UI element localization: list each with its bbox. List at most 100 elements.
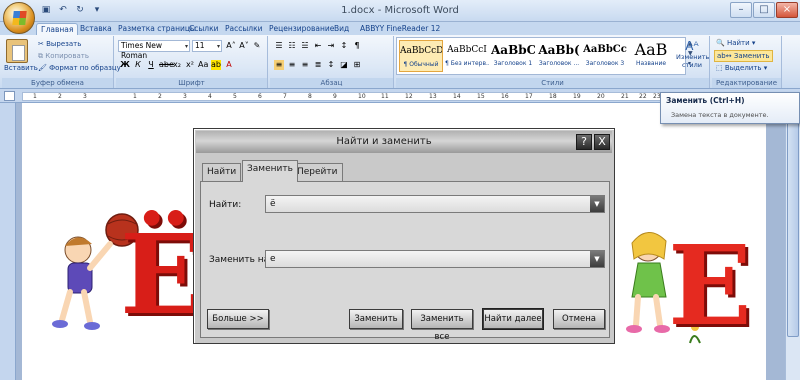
dialog-panel: Найти: ё ▼ Заменить на: е ▼ Больше >> За… [200,181,610,342]
paragraph-align-buttons: ≡ ≡ ≡ ≣ ↕ ◪ ⊞ [274,60,362,70]
ruler-tick: 3 [83,93,87,100]
shrink-font-icon[interactable]: A˅ [239,41,249,51]
underline-icon[interactable]: Ч [146,60,156,70]
ruler-tick: 6 [258,93,262,100]
help-button[interactable]: ? [576,134,592,150]
ribbon: Вставить ✂ Вырезать ⧉ Копировать 🖌 Форма… [0,35,800,89]
font-size-combo[interactable]: 11 ▾ [192,40,222,52]
line-spacing-icon[interactable]: ↕ [326,60,336,70]
ruler-tick: 18 [549,93,557,100]
format-painter-button[interactable]: 🖌 Формат по образцу [38,64,121,72]
cut-label: Вырезать [46,40,82,48]
scroll-thumb[interactable] [787,117,799,337]
office-button[interactable] [3,2,35,34]
style-preview: AaBbCcDd [400,46,442,56]
style-title[interactable]: AaB Название [629,40,673,72]
tab-replace[interactable]: Заменить [242,160,298,182]
ruler-tick: 16 [501,93,509,100]
replace-button[interactable]: Заменить [349,309,403,329]
tab-goto[interactable]: Перейти [292,163,343,181]
find-input[interactable]: ё ▼ [265,195,605,213]
style-name: ¶ Без интерв... [445,60,489,67]
chevron-down-icon[interactable]: ▼ [590,196,604,212]
bold-icon[interactable]: Ж [120,60,130,70]
close-button[interactable]: × [776,2,798,18]
tab-find[interactable]: Найти [202,163,242,181]
font-name-combo[interactable]: Times New Roman ▾ [118,40,190,60]
font-size-value: 11 [195,41,205,50]
tab-selector[interactable] [4,91,15,101]
align-left-icon[interactable]: ≡ [274,60,284,70]
numbering-icon[interactable]: ☷ [287,41,297,51]
vertical-scrollbar[interactable]: ▲ [785,103,800,380]
strikethrough-icon[interactable]: abe [159,60,174,70]
replace-button[interactable]: ab↔ Заменить [714,50,773,62]
more-button[interactable]: Больше >> [207,309,269,329]
find-label: Найти [726,39,750,47]
vertical-ruler [0,103,16,380]
italic-icon[interactable]: К [133,60,143,70]
shading-icon[interactable]: ◪ [339,60,349,70]
chevron-down-icon: ▾ [184,43,188,50]
find-next-button[interactable]: Найти далее [483,309,543,329]
font-size-buttons: A˄ A˅ ✎ [226,41,262,51]
ruler-tick: 5 [233,93,237,100]
change-case-icon[interactable]: Aa [198,60,208,70]
style-normal[interactable]: AaBbCcDd ¶ Обычный [399,40,443,72]
ruler-tick: 14 [453,93,461,100]
style-name: Заголовок 3 [585,60,625,67]
style-name: Название [635,60,667,67]
style-no-spacing[interactable]: AaBbCcI ¶ Без интерв... [445,40,489,72]
find-button[interactable]: 🔍 Найти ▾ [716,39,755,47]
change-styles-label: Изменить стили [676,53,710,69]
window-controls: – □ × [730,2,798,18]
style-heading-1[interactable]: AaBbC Заголовок 1 [491,40,535,72]
ruler-tick: 9 [333,93,337,100]
minimize-button[interactable]: – [730,2,752,18]
subscript-icon[interactable]: x₂ [172,60,182,70]
cancel-button[interactable]: Отмена [553,309,605,329]
clear-format-icon[interactable]: ✎ [252,41,262,51]
paste-icon[interactable] [6,39,28,63]
replace-all-button[interactable]: Заменить все [411,309,473,342]
cut-button[interactable]: ✂ Вырезать [38,40,81,48]
change-styles-button[interactable]: Aᴬ Изменить стили [676,39,710,69]
align-center-icon[interactable]: ≡ [287,60,297,70]
superscript-icon[interactable]: x² [185,60,195,70]
dialog-title-bar[interactable]: Найти и заменить ? X [196,131,612,153]
decrease-indent-icon[interactable]: ⇤ [313,41,323,51]
ribbon-tabs: Главная Вставка Разметка страницы Ссылки… [0,22,800,36]
style-heading-3[interactable]: AaBbCc Заголовок 3 [583,40,627,72]
dialog-close-button[interactable]: X [594,134,610,150]
maximize-button[interactable]: □ [753,2,775,18]
justify-icon[interactable]: ≣ [313,60,323,70]
borders-icon[interactable]: ⊞ [352,60,362,70]
align-right-icon[interactable]: ≡ [300,60,310,70]
select-button[interactable]: ⬚ Выделить ▾ [716,64,767,72]
replace-label: Заменить [733,52,770,60]
paragraph-group: ☰ ☷ ☱ ⇤ ⇥ ↕ ¶ ≡ ≡ ≡ ≣ ↕ ◪ ⊞ Абзац [270,36,394,88]
horizontal-ruler[interactable]: 1 2 3 1 2 3 4 5 6 7 8 9 10 11 12 13 14 1… [22,92,662,101]
ruler-tick: 2 [158,93,162,100]
ruler-tick: 15 [477,93,485,100]
style-heading-2[interactable]: AaBb( Заголовок ... [537,40,581,72]
bullets-icon[interactable]: ☰ [274,41,284,51]
copy-button[interactable]: ⧉ Копировать [38,52,89,61]
letter-yo: Ё [120,210,204,339]
grow-font-icon[interactable]: A˄ [226,41,236,51]
chevron-down-icon[interactable]: ▼ [590,251,604,267]
font-color-icon[interactable]: A [224,60,234,70]
multilevel-list-icon[interactable]: ☱ [300,41,310,51]
sort-icon[interactable]: ↕ [339,41,349,51]
highlight-icon[interactable]: ab [211,60,221,70]
paragraph-list-buttons: ☰ ☷ ☱ ⇤ ⇥ ↕ ¶ [274,41,362,51]
find-input-value: ё [270,199,276,209]
editing-group: 🔍 Найти ▾ ab↔ Заменить ⬚ Выделить ▾ Реда… [712,36,782,88]
title-bar: ▣ ↶ ↻ ▾ 1.docx - Microsoft Word – □ × [0,0,800,34]
increase-indent-icon[interactable]: ⇥ [326,41,336,51]
paste-button[interactable]: Вставить [4,64,38,72]
ruler-tick: 1 [133,93,137,100]
ruler-tick: 3 [183,93,187,100]
show-marks-icon[interactable]: ¶ [352,41,362,51]
replace-input[interactable]: е ▼ [265,250,605,268]
